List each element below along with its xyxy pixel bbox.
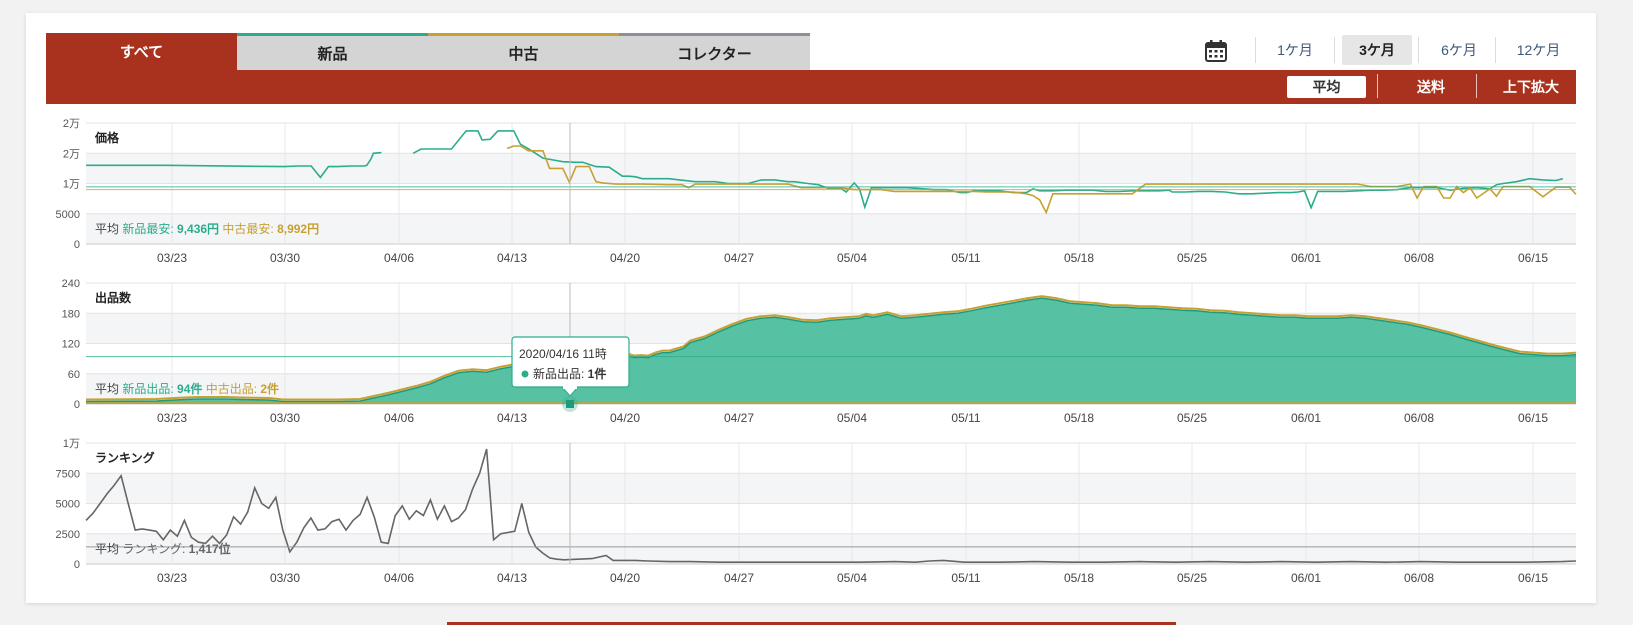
x-tick-label: 05/25	[1177, 411, 1207, 425]
x-tick-label: 06/01	[1291, 411, 1321, 425]
band	[86, 283, 1576, 314]
y-tick-label: 0	[74, 399, 80, 411]
band	[86, 123, 1576, 154]
band	[86, 153, 1576, 184]
tooltip-value: 新品出品: 1件	[533, 366, 606, 381]
x-tick-label: 05/11	[951, 251, 980, 265]
average-label: 平均 ランキング: 1,417位	[95, 541, 231, 556]
y-tick-label: 7500	[56, 468, 80, 480]
x-tick-label: 05/04	[837, 571, 867, 585]
y-tick-label: 240	[62, 278, 80, 290]
x-tick-label: 05/25	[1177, 571, 1207, 585]
band	[86, 533, 1576, 564]
x-tick-label: 06/08	[1404, 251, 1434, 265]
average-label: 平均 新品最安: 9,436円 中古最安: 8,992円	[95, 221, 319, 236]
y-tick-label: 1万	[63, 179, 80, 191]
x-tick-label: 06/08	[1404, 411, 1434, 425]
x-tick-label: 04/06	[384, 571, 414, 585]
x-tick-label: 03/30	[270, 571, 300, 585]
x-tick-label: 06/08	[1404, 571, 1434, 585]
y-tick-label: 2万	[63, 148, 80, 160]
tooltip-date: 2020/04/16 11時	[519, 347, 607, 361]
y-tick-label: 180	[62, 308, 80, 320]
x-tick-label: 06/01	[1291, 571, 1321, 585]
x-tick-label: 03/23	[157, 251, 187, 265]
x-tick-label: 04/13	[497, 251, 527, 265]
band	[86, 443, 1576, 474]
y-tick-label: 120	[62, 339, 80, 351]
x-tick-label: 03/23	[157, 411, 187, 425]
chart-title: ランキング	[95, 450, 155, 465]
x-tick-label: 04/20	[610, 251, 640, 265]
x-tick-label: 05/11	[951, 571, 980, 585]
x-tick-label: 06/15	[1518, 251, 1548, 265]
x-tick-label: 05/04	[837, 411, 867, 425]
x-tick-label: 04/13	[497, 571, 527, 585]
x-tick-label: 04/20	[610, 571, 640, 585]
x-tick-label: 05/18	[1064, 251, 1094, 265]
y-tick-label: 5000	[56, 209, 80, 221]
y-tick-label: 5000	[56, 499, 80, 511]
band	[86, 473, 1576, 504]
x-tick-label: 06/01	[1291, 251, 1321, 265]
charts: 2万 2万 1万 5000 0 03/23 03/30 04/06 04/13 04/20 04/2…	[56, 118, 1577, 585]
chart-panel-1: 240 180 120 60 0 03/23 03/30 04/06 04/13 04/20 04/…	[62, 278, 1577, 425]
y-tick-label: 2万	[63, 118, 80, 130]
y-tick-label: 1万	[63, 438, 80, 450]
average-label: 平均 新品出品: 94件 中古出品: 2件	[95, 381, 279, 396]
y-tick-label: 0	[74, 239, 80, 251]
x-tick-label: 05/18	[1064, 411, 1094, 425]
x-tick-label: 04/27	[724, 571, 754, 585]
x-tick-label: 03/30	[270, 251, 300, 265]
y-tick-label: 2500	[56, 529, 80, 541]
x-tick-label: 04/20	[610, 411, 640, 425]
x-tick-label: 04/27	[724, 251, 754, 265]
tooltip-marker	[521, 370, 529, 378]
x-tick-label: 04/13	[497, 411, 527, 425]
x-tick-label: 05/04	[837, 251, 867, 265]
chart-title: 出品数	[95, 290, 132, 305]
x-tick-label: 06/15	[1518, 411, 1548, 425]
x-tick-label: 05/18	[1064, 571, 1094, 585]
x-tick-label: 05/11	[951, 411, 980, 425]
y-tick-label: 0	[74, 559, 80, 571]
x-tick-label: 05/25	[1177, 251, 1207, 265]
x-tick-label: 04/27	[724, 411, 754, 425]
hover-point	[566, 400, 574, 408]
chart-panel-2: 1万 7500 5000 2500 0 03/23 03/30 04/06 04/13 04/20…	[56, 438, 1577, 585]
x-tick-label: 04/06	[384, 411, 414, 425]
x-tick-label: 03/30	[270, 411, 300, 425]
y-tick-label: 60	[68, 369, 80, 381]
chart-panel-0: 2万 2万 1万 5000 0 03/23 03/30 04/06 04/13 04/20 04/2…	[56, 118, 1577, 265]
x-tick-label: 03/23	[157, 571, 187, 585]
x-tick-label: 04/06	[384, 251, 414, 265]
tooltip-arrow-mask	[563, 386, 577, 389]
x-tick-label: 06/15	[1518, 571, 1548, 585]
chart-title: 価格	[94, 130, 120, 145]
